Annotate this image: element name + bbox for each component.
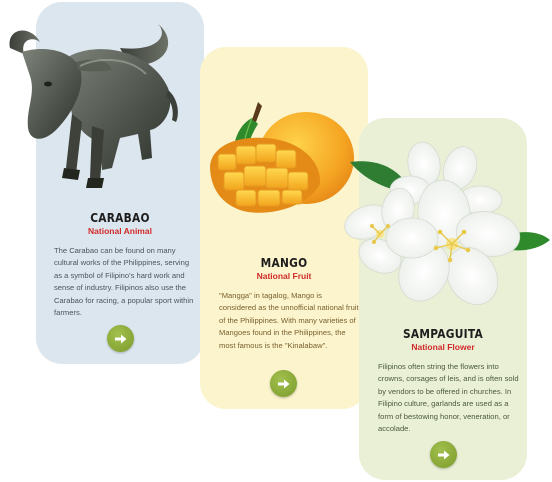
card-description: The Carabao can be found on many cultura… bbox=[54, 246, 194, 318]
card-subtitle: National Flower bbox=[411, 342, 475, 352]
arrow-right-icon bbox=[277, 379, 289, 388]
arrow-right-icon bbox=[437, 450, 449, 459]
card-title: SAMPAGUITA bbox=[402, 326, 483, 341]
card-subtitle: National Animal bbox=[88, 226, 152, 236]
carabao-go-button[interactable] bbox=[107, 325, 134, 352]
arrow-right-icon bbox=[114, 334, 126, 343]
card-description: Filipinos often string the flowers into … bbox=[378, 362, 519, 434]
mango-go-button[interactable] bbox=[270, 370, 297, 397]
card-title: MANGO bbox=[260, 255, 308, 270]
mango-image bbox=[210, 102, 354, 213]
carabao-image bbox=[9, 24, 178, 188]
sampaguita-go-button[interactable] bbox=[430, 441, 457, 468]
sampaguita-image bbox=[344, 141, 550, 306]
card-title: CARABAO bbox=[90, 210, 150, 225]
